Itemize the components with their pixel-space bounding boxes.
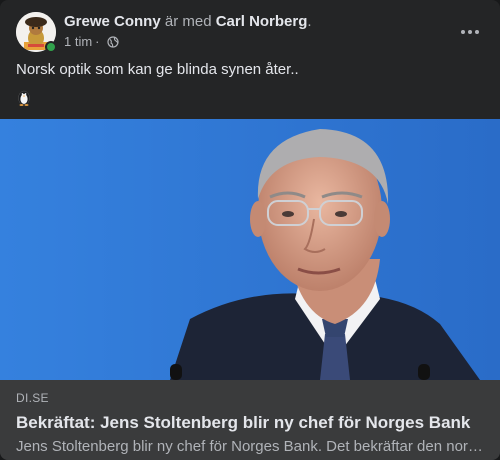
header-text: Grewe Conny är med Carl Norberg. 1 tim · <box>64 12 444 51</box>
post-header: Grewe Conny är med Carl Norberg. 1 tim · <box>16 12 484 53</box>
post-meta: 1 tim · <box>64 33 444 51</box>
news-photo <box>0 119 500 380</box>
title-period: . <box>307 13 312 30</box>
link-description: Jens Stoltenberg blir ny chef för Norges… <box>16 438 484 455</box>
post-time-link[interactable]: 1 tim <box>64 33 92 51</box>
with-text: är med <box>164 13 212 30</box>
link-title[interactable]: Bekräftat: Jens Stoltenberg blir ny chef… <box>16 412 484 433</box>
tagged-person-link[interactable]: Carl Norberg <box>216 13 308 30</box>
penguin-icon <box>18 90 30 106</box>
penguin-emoji-icon <box>16 88 36 108</box>
online-status-dot <box>45 41 57 53</box>
globe-icon[interactable] <box>106 36 119 48</box>
more-options-button[interactable] <box>452 14 488 50</box>
author-name-link[interactable]: Grewe Conny <box>64 13 161 30</box>
title-line: Grewe Conny är med Carl Norberg. <box>64 12 444 32</box>
post-text: Norsk optik som kan ge blinda synen åter… <box>16 61 299 78</box>
post-card: Grewe Conny är med Carl Norberg. 1 tim ·… <box>0 0 500 460</box>
link-preview-info[interactable]: DI.SE Bekräftat: Jens Stoltenberg blir n… <box>0 380 500 460</box>
link-preview-image[interactable] <box>0 119 500 380</box>
meta-separator: · <box>95 34 100 49</box>
author-avatar[interactable] <box>16 12 57 53</box>
more-dots-icon <box>461 30 479 34</box>
link-domain: DI.SE <box>16 391 49 405</box>
